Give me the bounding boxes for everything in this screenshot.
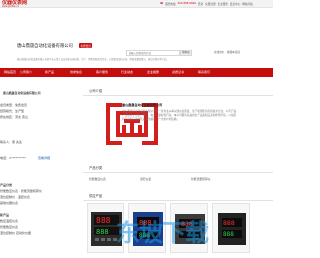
products-section-title: 供应产品: [89, 194, 103, 198]
intro-divider: [83, 95, 273, 96]
products-divider: [83, 200, 273, 201]
category-item-1[interactable]: 智能数显仪表: [89, 177, 106, 181]
company-logo-graphic: [106, 103, 158, 145]
nav-item-news[interactable]: 行业动态: [121, 68, 133, 77]
category-section-title: 产品分类: [89, 166, 103, 170]
category-divider: [83, 172, 273, 173]
side-category-3[interactable]: 其他仪器仪表: [0, 201, 18, 205]
side-business-mode: 经营模式：生产型: [0, 109, 25, 113]
side-category-title: 产品分类: [0, 183, 13, 187]
svg-text:888: 888: [223, 231, 234, 238]
intro-section-title: 公司介绍: [89, 89, 103, 93]
company-logo: [104, 100, 160, 148]
side-region: 所在地区：河北 唐山: [0, 115, 28, 119]
top-link-sitemap[interactable]: 网站导航: [242, 2, 252, 6]
announcement-strip: 唐山鼎晟自动化设备有限公司是专业从事工业自动化仪表研发、生产、销售和服务的企业，…: [17, 58, 169, 61]
side-category-2[interactable]: 液位控制仪 · 温控仪表: [0, 195, 30, 199]
watermark: 东坡下载: [116, 219, 209, 247]
company-title: 唐山鼎晟自动化设备有限公司: [17, 44, 73, 49]
side-new-3[interactable]: 液位控制仪 自动化仪器: [0, 231, 31, 235]
category-item-2[interactable]: 温控仪表: [140, 177, 151, 181]
top-link-member[interactable]: 会员中心: [230, 2, 240, 6]
nav-item-certificates[interactable]: 资质证书: [172, 68, 184, 77]
top-bar: 仪器仪表网 www.ybzhan.cn ☎ 服务热线 400-888-6666 …: [0, 0, 273, 8]
member-badge: 免费会员: [79, 43, 93, 48]
intro-text: 唐山鼎晟自动化设备有限公司是一家专业从事仪器仪表研发、生产和销售的高新技术企业，…: [122, 110, 237, 121]
main-nav: 网站首页 公司简介 新产品 供求信息 客户服务 行业动态 企业相册 资质证书 联…: [0, 68, 273, 77]
shop-actions[interactable]: 在线询价 · 收藏本商铺: [214, 50, 240, 54]
side-company-name: 唐山鼎晟自动化设备有限公司: [3, 91, 41, 95]
svg-text:888: 888: [96, 216, 111, 225]
top-link-login[interactable]: 登录: [198, 2, 203, 6]
search-button[interactable]: 搜本店: [180, 50, 192, 56]
search-input[interactable]: [127, 51, 179, 56]
search-box: [126, 50, 180, 56]
side-member-type: 会员类型：免费会员: [0, 103, 28, 107]
side-detail-link[interactable]: 查看详细: [38, 156, 50, 160]
side-phone: 电话：1**********: [0, 156, 26, 160]
nav-item-album[interactable]: 企业相册: [147, 68, 159, 77]
side-new-2[interactable]: 智能数显仪表: [0, 225, 18, 229]
product-image-4: 888 888: [218, 213, 246, 245]
phone-label: 服务热线: [165, 2, 176, 6]
side-contact: 联系人：吴 先生: [0, 140, 22, 144]
top-links: ☎ 服务热线 400-888-6666 登录 免费注册 企业服务 会员中心 网站…: [160, 2, 253, 6]
top-link-services[interactable]: 企业服务: [218, 2, 228, 6]
svg-text:888: 888: [223, 219, 235, 227]
nav-item-service[interactable]: 客户服务: [96, 68, 108, 77]
phone-icon: ☎: [160, 1, 164, 5]
side-category-1[interactable]: 智能数显仪表 · 智能流量积算仪: [0, 189, 42, 193]
top-link-register[interactable]: 免费注册: [205, 2, 215, 6]
svg-text:888: 888: [96, 228, 109, 236]
side-new-1[interactable]: 数显温控仪表: [0, 219, 18, 223]
nav-item-new-products[interactable]: 新产品: [45, 68, 54, 77]
nav-item-home[interactable]: 网站首页: [4, 68, 16, 77]
nav-item-contact[interactable]: 联系我们: [198, 68, 210, 77]
phone-number: 400-888-6666: [177, 1, 196, 5]
nav-item-supply[interactable]: 供求信息: [70, 68, 82, 77]
intro-company-name: 唐山鼎晟自动化设备有限公司: [122, 103, 163, 107]
side-new-title: 新产品: [0, 213, 10, 217]
product-card-4[interactable]: 888 888: [212, 203, 250, 253]
nav-item-about[interactable]: 公司简介: [20, 68, 32, 77]
category-item-3[interactable]: 智能流量积算仪: [191, 177, 211, 181]
